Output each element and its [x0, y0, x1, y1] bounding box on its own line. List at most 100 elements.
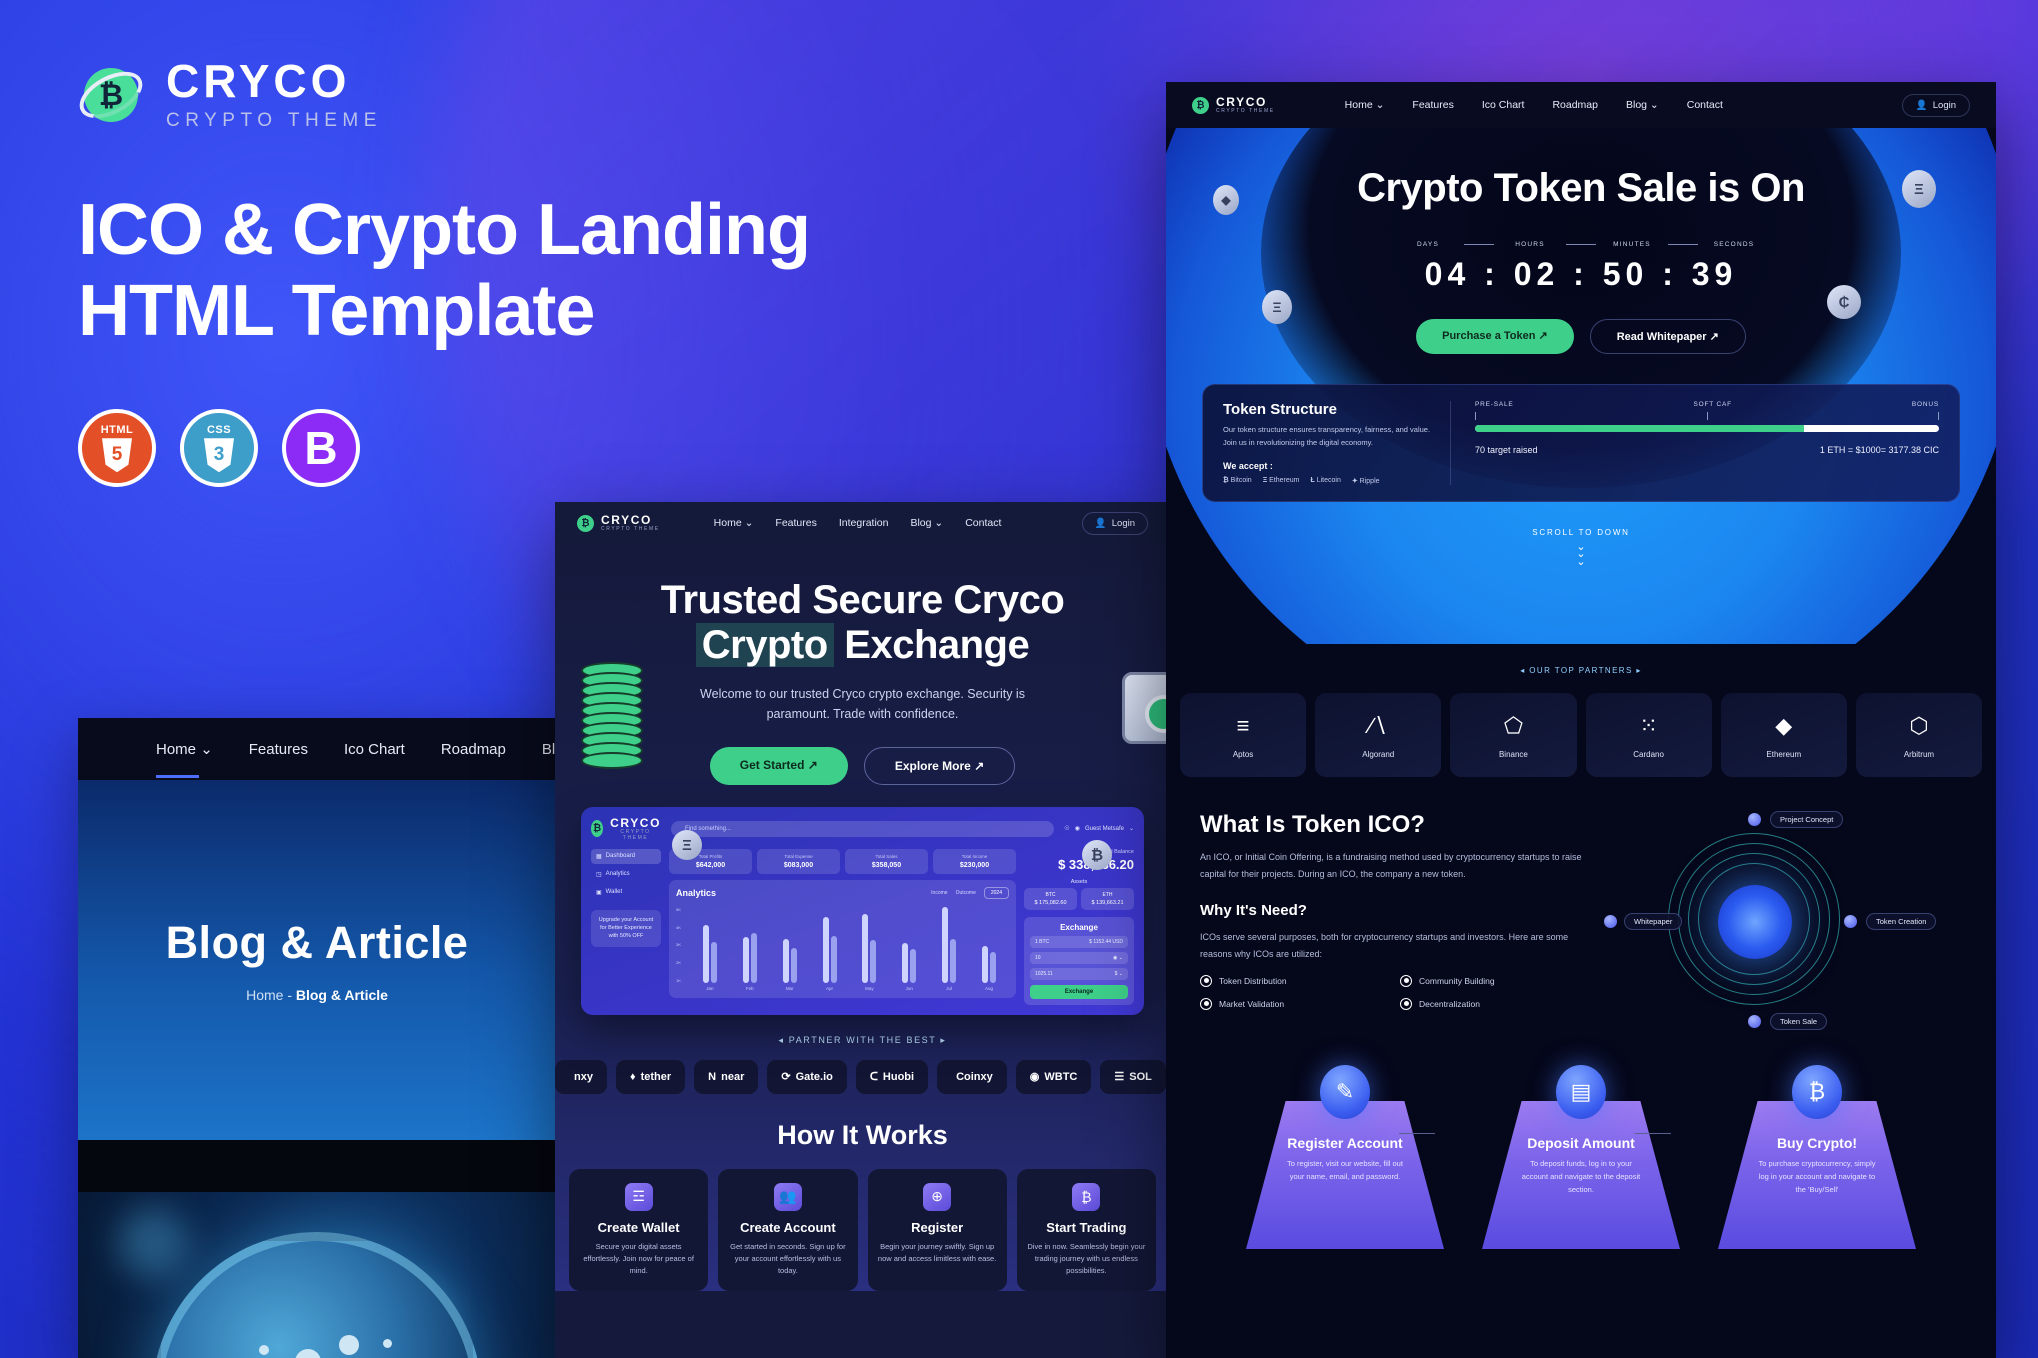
sidebar-item-ico-chart[interactable]: Ico Chart	[344, 741, 405, 758]
login-button[interactable]: 👤 Login	[1901, 93, 1970, 117]
partner-card[interactable]: ≡ Aptos	[1180, 693, 1307, 777]
chart-y-tick: 5K	[676, 906, 681, 912]
orbit-label-token-sale: Token Sale	[1770, 1013, 1828, 1030]
nav-item-roadmap[interactable]: Roadmap	[1552, 99, 1598, 111]
read-whitepaper-button[interactable]: Read Whitepaper ↗	[1589, 319, 1746, 354]
chart-y-tick: 3K	[676, 942, 681, 948]
purchase-token-button[interactable]: Purchase a Token ↗	[1416, 319, 1574, 354]
check-icon	[1400, 974, 1412, 987]
nav-item-contact[interactable]: Contact	[965, 517, 1001, 529]
partner-icon: ⬡	[1909, 713, 1929, 738]
accepted-coin: Ξ Ethereum	[1262, 476, 1300, 484]
step-desc: To deposit funds, log in to your account…	[1521, 1159, 1641, 1194]
step-title: Buy Crypto!	[1776, 1135, 1858, 1151]
step-card[interactable]: ✎ Register Account To register, visit our …	[1246, 1065, 1444, 1249]
exchange-amount-input[interactable]: 10 ◉ ⌄	[1030, 951, 1128, 964]
sidebar-item-wallet[interactable]: ▣ Wallet	[591, 885, 661, 900]
orbit-node-project-concept[interactable]	[1748, 813, 1761, 826]
partner-card[interactable]: ∕∖ Algorand	[1315, 693, 1442, 777]
chart-bar	[742, 937, 749, 983]
partner-card[interactable]: ⬡ Arbitrum	[1855, 693, 1983, 777]
chart-bar-group	[889, 907, 929, 983]
partner-card[interactable]: ⁙ Cardano	[1585, 693, 1712, 777]
title-line-2: HTML Template	[78, 270, 595, 351]
sidebar-item-analytics[interactable]: ◳ Analytics	[591, 867, 661, 882]
css3-badge: CSS 3	[180, 409, 258, 488]
partner-chip[interactable]: Nnear	[694, 1059, 759, 1094]
exchange-result-input[interactable]: 1025.11 $ ⌄	[1030, 967, 1128, 980]
partner-card[interactable]: ◆ Ethereum	[1720, 693, 1847, 777]
benefit-item: Decentralization	[1400, 997, 1600, 1010]
progress-knob[interactable]	[1799, 425, 1804, 432]
step-icon: 👥	[773, 1182, 802, 1211]
nav-item-features[interactable]: Features	[1412, 99, 1453, 111]
brand-logo: ₿ CRYCO CRYPTO THEME	[72, 58, 1058, 132]
nav-item-contact[interactable]: Contact	[1687, 99, 1723, 111]
sidebar-item-blog[interactable]: Blog ⌄	[542, 740, 556, 758]
sidebar-item-home[interactable]: Home ⌄	[156, 740, 213, 778]
dashboard-mockup: ₿ CRYCO CRYPTO THEME Find something... ☉…	[581, 806, 1144, 1015]
nav-item-home[interactable]: Home ⌄	[714, 517, 754, 529]
card-desc: Get started in seconds. Sign up for your…	[730, 1241, 846, 1275]
explore-more-button[interactable]: Explore More ↗	[863, 746, 1016, 785]
ico-cta-group: Purchase a Token ↗ Read Whitepaper ↗	[1166, 319, 1996, 354]
chart-bar	[902, 943, 909, 983]
how-it-works-card[interactable]: ⊕ Register Begin your journey swiftly. Sig…	[867, 1168, 1007, 1291]
sidebar-item-dashboard[interactable]: ▦ Dashboard	[591, 848, 661, 864]
brand-name: CRYCO	[610, 815, 661, 830]
nav-item-ico-chart[interactable]: Ico Chart	[1482, 99, 1525, 111]
orbit-node-token-creation[interactable]	[1844, 915, 1857, 928]
nav-item-home[interactable]: Home ⌄	[1345, 99, 1385, 111]
exchange-button[interactable]: Exchange	[1030, 984, 1128, 999]
get-started-button[interactable]: Get Started ↗	[709, 746, 848, 785]
chart-bar	[862, 914, 869, 983]
stat-card: Total Sales $358,050	[845, 848, 928, 874]
year-select[interactable]: 2024	[983, 886, 1009, 899]
login-label: Login	[1111, 517, 1135, 529]
nav-item-blog[interactable]: Blog ⌄	[910, 517, 943, 529]
sidebar-item-features[interactable]: Features	[249, 741, 308, 758]
benefit-item: Token Distribution	[1200, 974, 1400, 987]
how-it-works-card[interactable]: ☲ Create Wallet Secure your digital assets…	[569, 1168, 709, 1291]
partner-chip[interactable]: ⟳ Gate.io	[767, 1059, 847, 1094]
partner-chip[interactable]: ◉ WBTC	[1015, 1059, 1092, 1094]
chart-x-tick: Mar	[785, 985, 794, 991]
accepted-coins: ₿ Bitcoin Ξ Ethereum Ł Litecoin ✦ Ripple	[1223, 477, 1434, 485]
nav-item-features[interactable]: Features	[775, 517, 816, 529]
partner-icon: ≡	[1236, 713, 1250, 738]
chart-bar-group	[969, 907, 1009, 983]
step-desc: To purchase cryptocurrency, simply log i…	[1758, 1159, 1876, 1194]
how-it-works-card[interactable]: 👥 Create Account Get started in seconds. S…	[718, 1168, 858, 1291]
step-card[interactable]: ₿ Buy Crypto! To purchase cryptocurrency, …	[1718, 1065, 1916, 1249]
partner-chip[interactable]: ᑕ Huobi	[855, 1059, 929, 1094]
chart-title: Analytics	[676, 887, 717, 898]
asset-card[interactable]: ETH $ 139,663.21	[1081, 887, 1134, 910]
orbit-node-token-sale[interactable]	[1748, 1015, 1761, 1028]
partner-chip[interactable]: ☰ SOL	[1100, 1059, 1166, 1094]
how-it-works-card[interactable]: ₿ Start Trading Dive in now. Seamlessly be…	[1016, 1168, 1156, 1291]
login-button[interactable]: 👤 Login	[1081, 511, 1148, 535]
chart-bar	[950, 938, 957, 983]
dashboard-account[interactable]: ☉ ◉ Guest Metsafe ⌄	[1064, 825, 1134, 833]
upsell-card[interactable]: Upgrade your Account for Better Experien…	[591, 909, 661, 947]
step-title: Register Account	[1287, 1135, 1403, 1151]
chart-bar-group	[690, 907, 730, 983]
orbit-node-whitepaper[interactable]	[1604, 915, 1617, 928]
ico-benefit-list: Token Distribution Community Building Mark…	[1200, 974, 1600, 1021]
dashboard-topbar: ₿ CRYCO CRYPTO THEME Find something... ☉…	[591, 817, 1134, 841]
partner-chip[interactable]: Coinxy	[937, 1059, 1007, 1094]
nav-item-integration[interactable]: Integration	[839, 517, 889, 529]
partner-chip[interactable]: ♦ tether	[615, 1059, 686, 1094]
partner-chip[interactable]: nxy	[555, 1059, 607, 1094]
bell-icon: ☉	[1064, 826, 1070, 833]
nav-item-blog[interactable]: Blog ⌄	[1626, 99, 1659, 111]
partner-name: tether	[640, 1070, 672, 1083]
orbit-label-project-concept: Project Concept	[1770, 811, 1844, 828]
search-input[interactable]: Find something...	[671, 820, 1055, 837]
assets-block: Assets BTC $ 175,082.60 ETH $ 139,663.21	[1024, 879, 1134, 910]
asset-card[interactable]: BTC $ 175,082.60	[1024, 887, 1077, 910]
step-card[interactable]: ▤ Deposit Amount To deposit funds, log in …	[1482, 1065, 1680, 1249]
partner-card[interactable]: ⬠ Binance	[1450, 693, 1577, 777]
sidebar-item-roadmap[interactable]: Roadmap	[441, 741, 506, 758]
scroll-down-indicator[interactable]: SCROLL TO DOWN ⌄ ⌄ ⌄	[1166, 528, 1996, 568]
